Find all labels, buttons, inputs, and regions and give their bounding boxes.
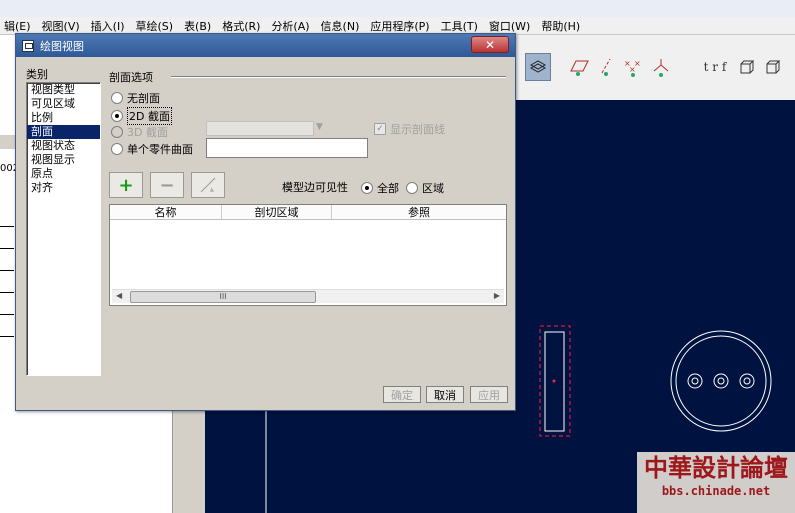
radio-no-section[interactable]: 无剖面	[111, 90, 160, 106]
col-name[interactable]: 名称	[110, 205, 222, 219]
radio-vis-area[interactable]: 区域	[406, 180, 444, 196]
radio-3d-section-dot[interactable]	[111, 126, 123, 138]
section-table[interactable]: 名称 剖切区域 参照 ◀ III ▶	[109, 204, 507, 306]
remove-section-button[interactable]: −	[150, 172, 184, 198]
csys-eye-icon[interactable]	[649, 53, 673, 81]
svg-text:×: ×	[629, 65, 636, 74]
category-view-display[interactable]: 视图显示	[27, 153, 100, 167]
tree-lines	[0, 210, 14, 350]
watermark-title: 中華設計論壇	[644, 453, 788, 482]
menu-edit[interactable]: 辑(E)	[4, 18, 31, 34]
menu-window[interactable]: 窗口(W)	[489, 18, 530, 34]
dialog-title: 绘图视图	[40, 39, 84, 53]
menu-format[interactable]: 格式(R)	[222, 18, 260, 34]
radio-vis-all-label: 全部	[377, 182, 399, 195]
plane-eye-icon[interactable]	[567, 53, 591, 81]
left-splitter[interactable]	[172, 400, 205, 513]
plus-icon: +	[118, 174, 134, 196]
cancel-button[interactable]: 取消	[426, 386, 464, 403]
drawing-view-dialog: 绘图视图 ✕ 类别 视图类型 可见区域 比例 剖面 视图状态 视图显示 原点 对…	[15, 33, 516, 411]
flip-direction-button[interactable]	[191, 172, 225, 198]
radio-no-section-dot[interactable]	[111, 92, 123, 104]
radio-2d-section-label: 2D 截面	[127, 107, 172, 125]
points-eye-icon[interactable]: × × ×	[621, 53, 645, 81]
menu-help[interactable]: 帮助(H)	[541, 18, 580, 34]
category-label: 类别	[26, 68, 48, 81]
category-view-states[interactable]: 视图状态	[27, 139, 100, 153]
add-section-button[interactable]: +	[109, 172, 143, 198]
menu-applications[interactable]: 应用程序(P)	[370, 18, 429, 34]
radio-single-part-surface[interactable]: 单个零件曲面	[111, 141, 193, 157]
category-section[interactable]: 剖面	[27, 125, 100, 139]
wireframe-box-icon[interactable]	[763, 53, 783, 81]
flip-arrow-icon	[200, 177, 216, 193]
scroll-right-icon[interactable]: ▶	[494, 291, 500, 300]
section-options-label: 剖面选项	[109, 71, 153, 84]
radio-no-section-label: 无剖面	[127, 92, 160, 105]
part-surface-input[interactable]	[206, 138, 368, 158]
model-edge-visibility-label: 模型边可见性	[282, 181, 348, 194]
menu-sketch[interactable]: 草绘(S)	[135, 18, 173, 34]
chevron-down-icon[interactable]: ▼	[316, 122, 323, 132]
category-visible-area[interactable]: 可见区域	[27, 97, 100, 111]
minus-icon: −	[159, 174, 175, 196]
watermark: 中華設計論壇 bbs.chinade.net	[637, 452, 795, 513]
category-scale[interactable]: 比例	[27, 111, 100, 125]
watermark-url: bbs.chinade.net	[661, 484, 771, 498]
shaded-box-icon[interactable]	[737, 53, 757, 81]
radio-3d-section[interactable]: 3D 截面	[111, 124, 168, 140]
group-divider	[171, 76, 506, 78]
axis-eye-icon[interactable]	[595, 53, 617, 81]
menu-analysis[interactable]: 分析(A)	[271, 18, 309, 34]
ok-button[interactable]: 确定	[383, 386, 421, 403]
radio-single-part-label: 单个零件曲面	[127, 143, 193, 156]
radio-2d-section[interactable]: 2D 截面	[111, 107, 172, 125]
dialog-titlebar[interactable]: 绘图视图 ✕	[16, 34, 515, 57]
menu-tools[interactable]: 工具(T)	[441, 18, 478, 34]
layer-icon[interactable]	[525, 53, 551, 81]
window-top-strip	[0, 0, 795, 17]
radio-2d-section-dot[interactable]	[111, 110, 123, 122]
col-cut-area[interactable]: 剖切区域	[222, 205, 332, 219]
category-origin[interactable]: 原点	[27, 167, 100, 181]
scroll-left-icon[interactable]: ◀	[116, 291, 122, 300]
category-alignment[interactable]: 对齐	[27, 181, 100, 195]
category-list: 视图类型 可见区域 比例 剖面 视图状态 视图显示 原点 对齐	[26, 82, 101, 376]
checkbox-box[interactable]: ✓	[374, 123, 386, 135]
close-icon: ✕	[484, 37, 496, 52]
radio-vis-all-dot[interactable]	[361, 182, 373, 194]
drawing-toolbar: × × × t r f	[515, 35, 795, 100]
col-reference[interactable]: 参照	[332, 205, 506, 219]
category-view-type[interactable]: 视图类型	[27, 83, 100, 97]
menu-view[interactable]: 视图(V)	[42, 18, 80, 34]
menu-insert[interactable]: 插入(I)	[91, 18, 125, 34]
trf-toggles[interactable]: t r f	[690, 53, 740, 81]
show-section-line-label: 显示剖面线	[390, 123, 445, 136]
close-button[interactable]: ✕	[471, 36, 509, 53]
dialog-app-icon	[22, 39, 34, 52]
radio-vis-area-dot[interactable]	[406, 182, 418, 194]
scroll-thumb[interactable]: III	[130, 291, 316, 303]
radio-vis-area-label: 区域	[422, 182, 444, 195]
horizontal-scrollbar[interactable]: ◀ III ▶	[112, 289, 504, 303]
3d-section-select[interactable]	[206, 121, 314, 136]
radio-single-part-dot[interactable]	[111, 143, 123, 155]
show-section-line-checkbox[interactable]: ✓ 显示剖面线	[374, 121, 445, 137]
menu-info[interactable]: 信息(N)	[321, 18, 360, 34]
apply-button[interactable]: 应用	[470, 386, 508, 403]
menu-table[interactable]: 表(B)	[184, 18, 211, 34]
radio-vis-all[interactable]: 全部	[361, 180, 399, 196]
radio-3d-section-label: 3D 截面	[127, 126, 168, 139]
table-header: 名称 剖切区域 参照	[110, 205, 506, 220]
